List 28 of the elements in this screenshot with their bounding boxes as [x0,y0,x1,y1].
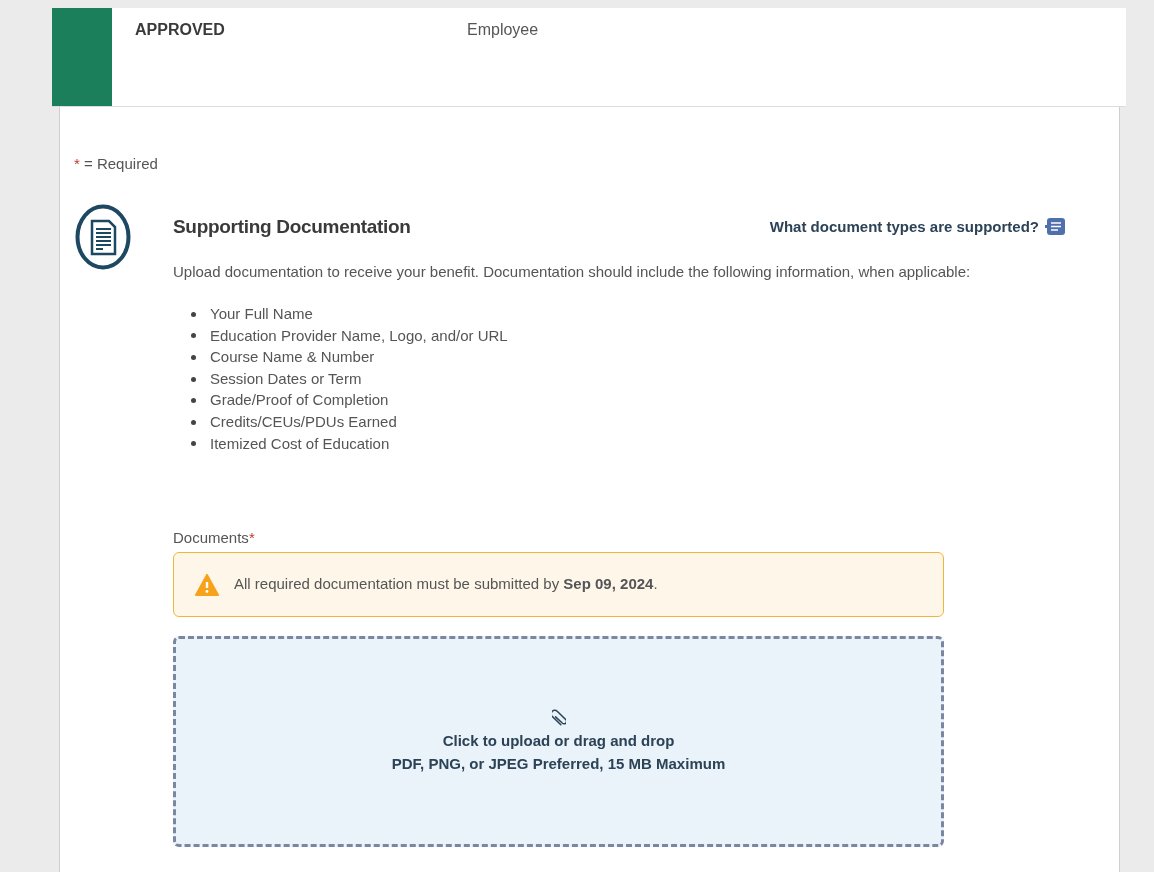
bullet-icon [191,355,196,360]
list-item: Education Provider Name, Logo, and/or URL [210,325,508,346]
list-item: Session Dates or Term [210,368,362,389]
bullet-icon [191,441,196,447]
list-item: Itemized Cost of Education [210,433,390,454]
list-item: Credits/CEUs/PDUs Earned [210,412,397,432]
warning-icon [195,573,219,596]
bullet-icon [191,333,196,339]
bullet-icon [191,398,196,404]
list-item: Grade/Proof of Completion [210,390,389,411]
role-label: Employee [467,20,539,40]
section-title: Supporting Documentation [173,214,411,239]
note-icon [1045,218,1065,236]
required-note: * = Required [74,154,159,174]
intro-text: Upload documentation to receive your benefit. Documentation should include the following information, when applicable: [173,262,972,282]
bullet-icon [191,311,196,317]
list-item: Course Name & Number [210,347,375,368]
upload-title: Click to upload or drag and drop [442,731,675,752]
bullet-icon [191,376,196,382]
upload-dropzone[interactable]: Click to upload or drag and drop PDF, PNG, or JPEG Preferred, 15 MB Maximum [173,636,944,848]
warning-text: All required documentation must be submitted by Sep 09, 2024. [234,574,658,595]
documents-label: Documents* [173,527,256,548]
upload-hint: PDF, PNG, or JPEG Preferred, 15 MB Maximum [391,753,726,774]
document-icon [75,203,131,270]
bullet-icon [191,419,196,425]
help-link[interactable]: What document types are supported? [769,215,1065,238]
status-label: APPROVED [135,20,226,40]
list-item: Your Full Name [210,304,313,325]
